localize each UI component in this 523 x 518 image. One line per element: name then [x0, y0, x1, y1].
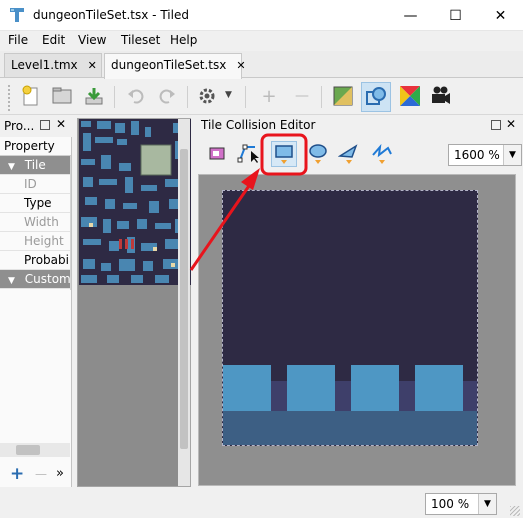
annotation-arrow — [189, 179, 255, 271]
highlight-box — [260, 133, 308, 176]
annotation-overlay — [189, 133, 308, 271]
annotation-arrowhead — [241, 168, 260, 190]
